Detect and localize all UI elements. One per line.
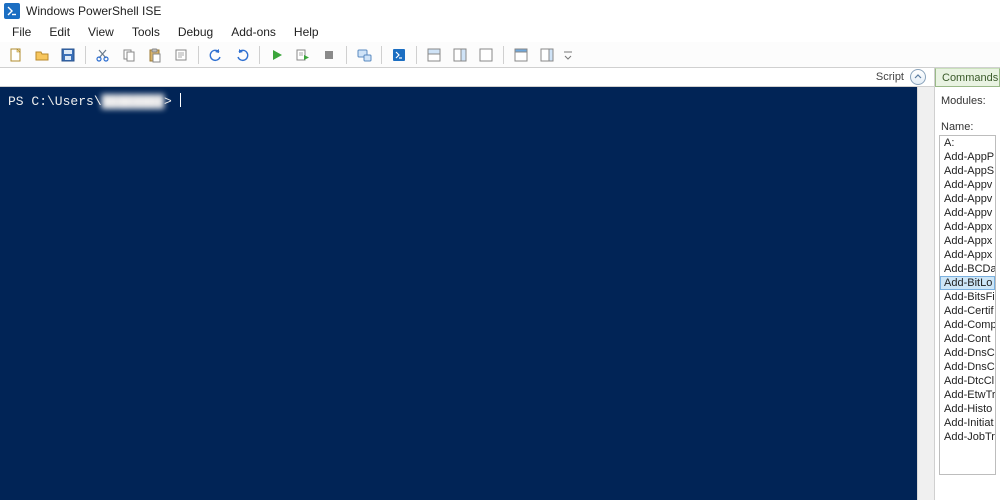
editor-console-pane: Script PS C:\Users\████████> [0, 68, 934, 500]
toolbar-separator [85, 46, 86, 64]
command-list-item[interactable]: Add-BitsFi [940, 290, 995, 304]
command-list-item[interactable]: Add-AppS [940, 164, 995, 178]
copy-button[interactable] [117, 44, 141, 66]
clear-button[interactable] [169, 44, 193, 66]
commands-tab-label: Commands [942, 72, 998, 84]
remote-tab-button[interactable] [352, 44, 376, 66]
command-list-item[interactable]: Add-AppP [940, 150, 995, 164]
command-list-item[interactable]: Add-EtwTr [940, 388, 995, 402]
menu-view[interactable]: View [80, 23, 122, 41]
command-list-item[interactable]: Add-DnsC [940, 360, 995, 374]
menu-edit[interactable]: Edit [41, 23, 78, 41]
title-bar: Windows PowerShell ISE [0, 0, 1000, 22]
start-powershell-button[interactable] [387, 44, 411, 66]
console-prompt-suffix: > [164, 94, 180, 109]
console-caret [180, 93, 181, 107]
command-list-item[interactable]: Add-Histo [940, 402, 995, 416]
command-list-item[interactable]: Add-Appx [940, 220, 995, 234]
app-icon [4, 3, 20, 19]
modules-label: Modules: [941, 95, 996, 107]
menu-debug[interactable]: Debug [170, 23, 221, 41]
toolbar-separator [416, 46, 417, 64]
command-list-item[interactable]: Add-BitLo [940, 276, 995, 290]
command-list-item[interactable]: Add-DtcCl [940, 374, 995, 388]
name-label: Name: [941, 121, 996, 133]
menu-help[interactable]: Help [286, 23, 327, 41]
toolbar-separator [346, 46, 347, 64]
menu-tools[interactable]: Tools [124, 23, 168, 41]
stop-button[interactable] [317, 44, 341, 66]
command-list-item[interactable]: Add-JobTr [940, 430, 995, 444]
undo-button[interactable] [204, 44, 228, 66]
cut-button[interactable] [91, 44, 115, 66]
toolbar-separator [259, 46, 260, 64]
commands-list[interactable]: A:Add-AppPAdd-AppSAdd-AppvAdd-AppvAdd-Ap… [939, 135, 996, 475]
redo-button[interactable] [230, 44, 254, 66]
command-list-item[interactable]: Add-Appx [940, 234, 995, 248]
menu-bar: FileEditViewToolsDebugAdd-onsHelp [0, 22, 1000, 42]
toolbar [0, 42, 1000, 68]
command-list-item[interactable]: Add-Appv [940, 178, 995, 192]
command-list-item[interactable]: Add-Comp [940, 318, 995, 332]
commands-addon-pane: Commands Modules: Name: A:Add-AppPAdd-Ap… [934, 68, 1000, 500]
console-wrap: PS C:\Users\████████> [0, 87, 934, 500]
save-button[interactable] [56, 44, 80, 66]
command-list-item[interactable]: Add-DnsC [940, 346, 995, 360]
toolbar-overflow-button[interactable] [561, 44, 575, 66]
command-list-item[interactable]: Add-Appv [940, 206, 995, 220]
console-prompt-prefix: PS C:\Users\ [8, 94, 102, 109]
command-list-item[interactable]: Add-Initiat [940, 416, 995, 430]
open-file-button[interactable] [30, 44, 54, 66]
collapse-script-pane-button[interactable] [910, 69, 926, 85]
console-pane[interactable]: PS C:\Users\████████> [0, 87, 917, 500]
console-prompt-user: ████████ [102, 94, 164, 109]
layout-max-button[interactable] [474, 44, 498, 66]
command-list-item[interactable]: Add-Certif [940, 304, 995, 318]
script-pane-tab-label[interactable]: Script [876, 71, 904, 83]
show-command-addon-button[interactable] [535, 44, 559, 66]
run-selection-button[interactable] [291, 44, 315, 66]
toolbar-separator [503, 46, 504, 64]
command-list-item[interactable]: A: [940, 136, 995, 150]
run-script-button[interactable] [265, 44, 289, 66]
command-list-item[interactable]: Add-Cont [940, 332, 995, 346]
command-list-item[interactable]: Add-BCDa [940, 262, 995, 276]
commands-tab[interactable]: Commands [935, 68, 1000, 87]
layout-top-button[interactable] [422, 44, 446, 66]
menu-add-ons[interactable]: Add-ons [223, 23, 284, 41]
menu-file[interactable]: File [4, 23, 39, 41]
window-title: Windows PowerShell ISE [26, 4, 161, 18]
toolbar-separator [198, 46, 199, 64]
commands-body: Modules: Name: A:Add-AppPAdd-AppSAdd-App… [935, 87, 1000, 500]
show-command-window-button[interactable] [509, 44, 533, 66]
command-list-item[interactable]: Add-Appv [940, 192, 995, 206]
main-area: Script PS C:\Users\████████> Commands Mo… [0, 68, 1000, 500]
console-scrollbar[interactable] [917, 87, 934, 500]
toolbar-separator [381, 46, 382, 64]
layout-right-button[interactable] [448, 44, 472, 66]
command-list-item[interactable]: Add-Appx [940, 248, 995, 262]
new-file-button[interactable] [4, 44, 28, 66]
paste-button[interactable] [143, 44, 167, 66]
script-pane-header: Script [0, 68, 934, 87]
